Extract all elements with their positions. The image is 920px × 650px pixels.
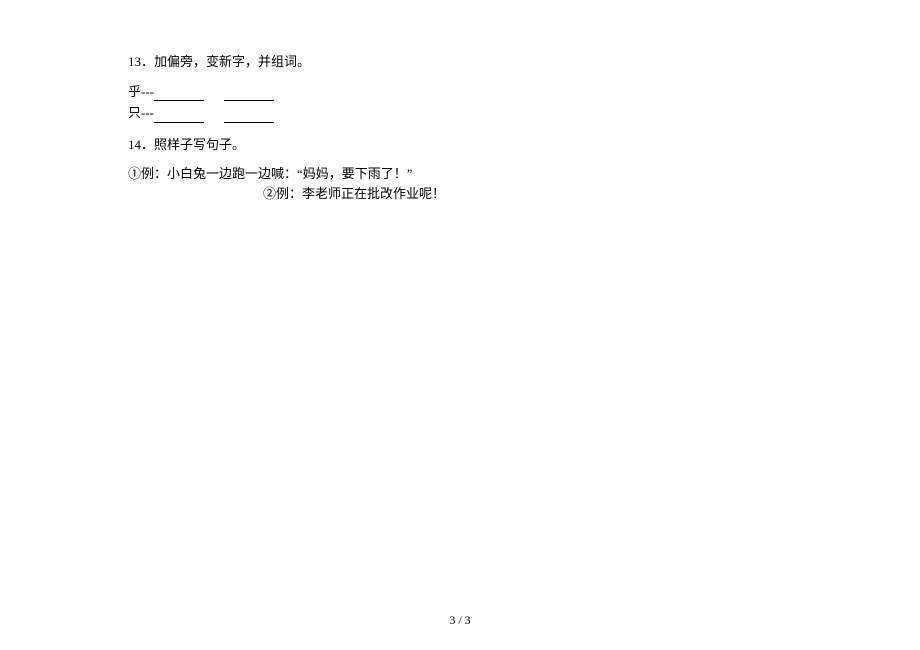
q13-row-2-sep: --- — [141, 105, 154, 120]
q13-row-1: 乎--- — [128, 82, 800, 102]
page-number: 3 / 3 — [449, 613, 470, 627]
page-footer: 3 / 3 — [0, 613, 920, 628]
q14-example-2: ②例：李老师正在批改作业呢！ — [128, 184, 800, 204]
fill-blank — [154, 87, 204, 101]
q14-label: 14．照样子写句子。 — [128, 137, 245, 152]
q14-examples: ①例：小白兔一边跑一边喊：“妈妈，要下雨了！” ②例：李老师正在批改作业呢！ — [128, 164, 800, 203]
fill-blank — [224, 87, 274, 101]
q13-row-1-char: 乎 — [128, 84, 141, 99]
q13-label: 13．加偏旁，变新字，并组词。 — [128, 54, 310, 69]
q14-example-1: ①例：小白兔一边跑一边喊：“妈妈，要下雨了！” — [128, 164, 800, 184]
q13-row-2-char: 只 — [128, 105, 141, 120]
question-14-title: 14．照样子写句子。 — [128, 135, 800, 155]
fill-blank — [154, 109, 204, 123]
q13-row-2: 只--- — [128, 103, 800, 123]
document-content: 13．加偏旁，变新字，并组词。 乎--- 只--- 14．照样子写句子。 ①例：… — [0, 0, 920, 203]
question-13-title: 13．加偏旁，变新字，并组词。 — [128, 52, 800, 72]
fill-blank — [224, 109, 274, 123]
q13-row-1-sep: --- — [141, 84, 154, 99]
